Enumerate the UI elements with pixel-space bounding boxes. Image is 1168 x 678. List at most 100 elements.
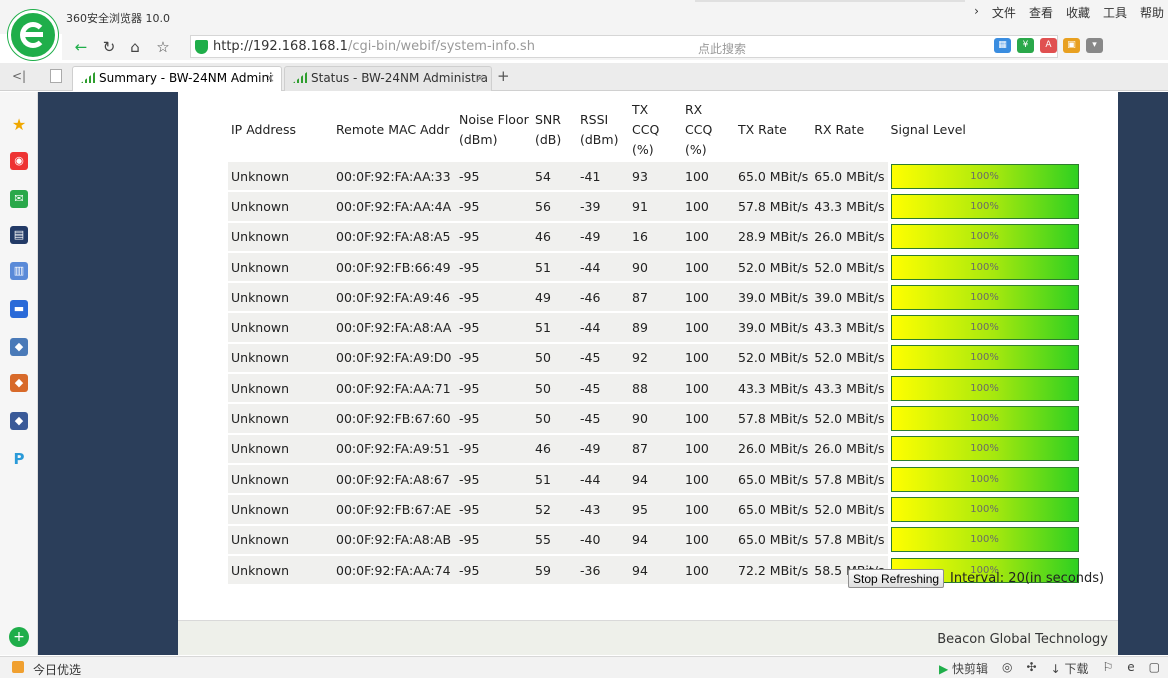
cell-rssi: -44 [577, 464, 629, 494]
page-left-panel [38, 92, 178, 655]
app-p-icon[interactable]: P [10, 450, 28, 468]
cell-signal: 100% [887, 192, 1083, 221]
cell-snr: 50 [532, 404, 577, 433]
screenshot-icon[interactable]: ▣ [1063, 38, 1080, 53]
chat-icon[interactable]: ▬ [10, 300, 28, 318]
extension-toolbar: ▦ ¥ A ▣ ▾ [994, 38, 1103, 53]
cell-txrate: 43.3 MBit/s [735, 374, 812, 403]
cell-txccq: 90 [629, 252, 682, 282]
header-txrate: TX Rate [738, 122, 787, 137]
weibo-icon[interactable]: ◉ [10, 152, 28, 170]
cell-signal: 100% [887, 283, 1083, 312]
add-app-icon[interactable]: + [9, 627, 29, 647]
chevron-right-icon[interactable]: › [974, 4, 979, 21]
header-signal: Signal Level [890, 122, 966, 137]
close-tab-icon[interactable]: × [265, 71, 275, 85]
header-snr: SNR (dB) [535, 112, 562, 147]
finance-icon[interactable]: ¥ [1017, 38, 1034, 53]
cell-rxrate: 43.3 MBit/s [811, 192, 888, 221]
cell-ip: Unknown [228, 222, 333, 251]
cell-txrate: 57.8 MBit/s [735, 404, 812, 433]
signal-level-meter: 100% [890, 527, 1079, 553]
cell-signal: 100% [887, 252, 1083, 282]
cell-txccq: 93 [629, 162, 682, 191]
reload-icon[interactable]: ↻ [98, 36, 120, 58]
cell-txccq: 91 [629, 192, 682, 221]
table-body: Unknown 00:0F:92:FA:AA:33 -95 54 -41 93 100 65.… [228, 162, 1083, 585]
cell-rssi: -46 [577, 283, 629, 312]
page-icon[interactable] [50, 69, 62, 83]
star-favorite-icon[interactable]: ☆ [152, 36, 174, 58]
game-icon-3[interactable]: ◆ [10, 412, 28, 430]
sidebar-toggle-icon[interactable]: <| [12, 69, 26, 83]
menu-view[interactable]: 查看 [1029, 4, 1053, 21]
cell-txccq: 89 [629, 313, 682, 342]
menu-tools[interactable]: 工具 [1103, 4, 1127, 21]
translate-icon[interactable]: A [1040, 38, 1057, 53]
back-arrow-icon[interactable]: ← [70, 36, 92, 58]
page-right-panel [1118, 92, 1168, 655]
home-icon[interactable]: ⌂ [124, 36, 146, 58]
video-clip-button[interactable]: ▶ 快剪辑 [939, 660, 988, 677]
cell-mac: 00:0F:92:FB:67:60 [333, 404, 456, 433]
tab-status[interactable]: Status - BW-24NM Administra × [284, 66, 492, 91]
more-extensions-icon[interactable]: ▾ [1086, 38, 1103, 53]
address-bar[interactable]: http://192.168.168.1/cgi-bin/webif/syste… [190, 35, 797, 58]
signal-level-meter: 100% [890, 436, 1079, 462]
game-icon-1[interactable]: ◆ [10, 338, 28, 356]
news-icon[interactable]: ▤ [10, 226, 28, 244]
cell-rssi: -36 [577, 555, 629, 585]
tab-bar: <| Summary - BW-24NM Admini × Status - B… [0, 63, 1168, 91]
flag-icon[interactable]: ⚐ [1103, 660, 1114, 677]
cell-snr: 50 [532, 343, 577, 373]
cell-rssi: -49 [577, 434, 629, 463]
signal-level-meter: 100% [890, 315, 1079, 341]
header-rxccq: RX CCQ (%) [685, 102, 713, 157]
apps-grid-icon[interactable]: ▦ [994, 38, 1011, 53]
cell-mac: 00:0F:92:FA:AA:71 [333, 374, 456, 403]
ie-icon[interactable]: e [1127, 660, 1134, 677]
cell-rssi: -45 [577, 374, 629, 403]
cell-txccq: 94 [629, 525, 682, 554]
cell-rxccq: 100 [682, 343, 735, 373]
cell-rxrate: 57.8 MBit/s [811, 525, 888, 554]
menu-favorites[interactable]: 收藏 [1066, 4, 1090, 21]
download-button[interactable]: ↓ 下载 [1051, 660, 1089, 677]
speed-icon[interactable]: ◎ [1002, 660, 1012, 677]
cell-signal: 100% [887, 464, 1083, 494]
cell-signal: 100% [887, 525, 1083, 554]
cell-rxrate: 43.3 MBit/s [811, 313, 888, 342]
game-icon-2[interactable]: ◆ [10, 374, 28, 392]
cell-noise: -95 [456, 374, 532, 403]
cell-txccq: 87 [629, 283, 682, 312]
new-tab-icon[interactable]: + [497, 67, 510, 85]
mail-icon[interactable]: ✉ [10, 190, 28, 208]
close-tab-icon[interactable]: × [475, 71, 485, 85]
play-icon: ▶ [938, 662, 949, 676]
cell-txrate: 65.0 MBit/s [735, 525, 812, 554]
cell-rxccq: 100 [682, 313, 735, 342]
window-icon[interactable]: ▢ [1149, 660, 1160, 677]
menu-help[interactable]: 帮助 [1140, 4, 1164, 21]
cell-ip: Unknown [228, 464, 333, 494]
cell-snr: 55 [532, 525, 577, 554]
pin-icon[interactable]: ✣ [1027, 660, 1037, 677]
cell-mac: 00:0F:92:FB:66:49 [333, 252, 456, 282]
cell-rxccq: 100 [682, 192, 735, 221]
cell-ip: Unknown [228, 525, 333, 554]
footer-company: Beacon Global Technology [937, 632, 1108, 647]
cell-mac: 00:0F:92:FA:A8:AA [333, 313, 456, 342]
cell-signal: 100% [887, 404, 1083, 433]
cell-mac: 00:0F:92:FA:A9:46 [333, 283, 456, 312]
cell-txrate: 26.0 MBit/s [735, 434, 812, 463]
stop-refreshing-button[interactable]: Stop Refreshing [848, 569, 945, 588]
notes-icon[interactable]: ▥ [10, 262, 28, 280]
tab-summary[interactable]: Summary - BW-24NM Admini × [72, 66, 282, 91]
status-right-tools: ▶ 快剪辑 ◎ ✣ ↓ 下载 ⚐ e ▢ [939, 660, 1160, 677]
menu-file[interactable]: 文件 [992, 4, 1016, 21]
status-left-link[interactable]: 今日优选 [33, 661, 81, 678]
cell-rssi: -39 [577, 192, 629, 221]
cell-txrate: 39.0 MBit/s [735, 313, 812, 342]
gift-icon[interactable] [12, 661, 24, 673]
favorites-star-icon[interactable]: ★ [10, 116, 28, 134]
